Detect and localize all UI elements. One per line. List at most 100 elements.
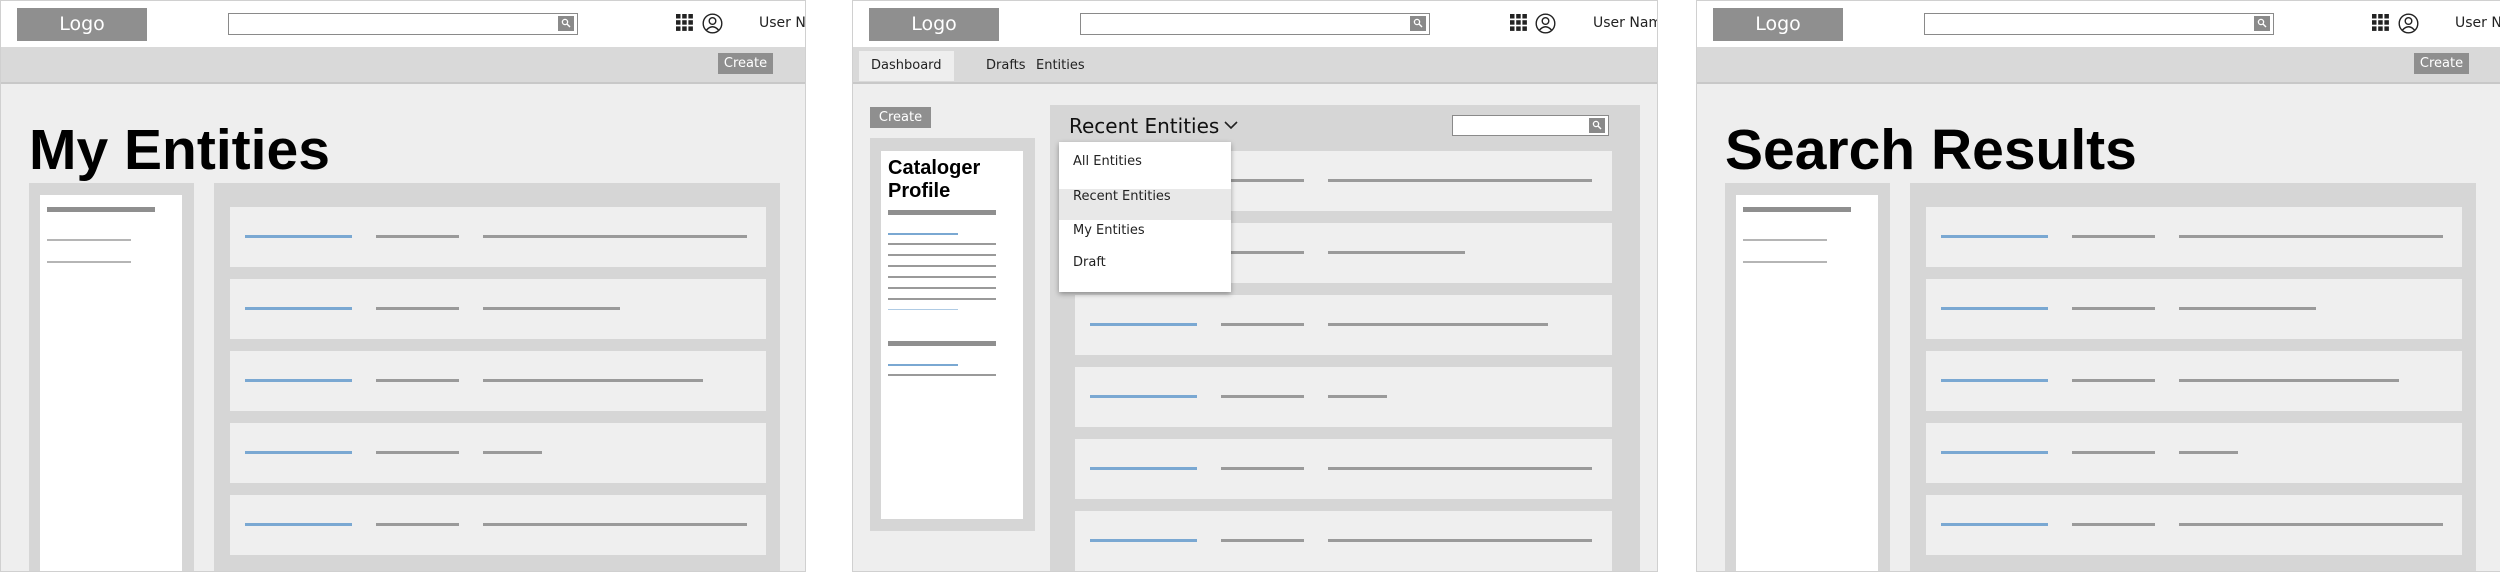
entity-title-placeholder[interactable]	[245, 451, 352, 454]
search-button[interactable]	[558, 16, 574, 31]
profile-title: Cataloger Profile	[888, 157, 1018, 203]
list-item[interactable]	[1075, 295, 1612, 355]
filter-sidebar	[29, 183, 194, 571]
entity-title-placeholder[interactable]	[1941, 451, 2048, 454]
entity-title-placeholder[interactable]	[245, 379, 352, 382]
filter-heading-placeholder	[1743, 207, 1851, 212]
entity-type-placeholder	[1221, 539, 1304, 542]
apps-grid-icon[interactable]	[2372, 14, 2389, 31]
entity-title-placeholder[interactable]	[245, 307, 352, 310]
dropdown-option-draft[interactable]: Draft	[1059, 255, 1231, 286]
search-results-screen: Logo User Nc Create Search Results	[1696, 0, 2500, 572]
profile-link-placeholder[interactable]	[888, 309, 958, 310]
chevron-down-icon[interactable]	[1224, 121, 1238, 130]
list-item[interactable]	[230, 279, 766, 339]
user-name[interactable]: User Nc	[759, 15, 805, 31]
entity-detail-placeholder	[483, 307, 620, 310]
filter-list	[1736, 195, 1878, 571]
entity-title-placeholder[interactable]	[1090, 539, 1197, 542]
list-item[interactable]	[230, 207, 766, 267]
filter-sidebar	[1725, 183, 1890, 571]
user-name[interactable]: User Name	[1593, 15, 1657, 31]
list-item[interactable]	[1926, 279, 2462, 339]
entity-detail-placeholder	[483, 235, 747, 238]
list-item[interactable]	[1075, 367, 1612, 427]
tab-dashboard[interactable]: Dashboard	[859, 51, 954, 81]
entity-title-placeholder[interactable]	[1941, 523, 2048, 526]
profile-heading-placeholder	[888, 210, 996, 215]
user-avatar-icon[interactable]	[702, 13, 723, 34]
entity-detail-placeholder	[2179, 379, 2399, 382]
search-input[interactable]	[1924, 13, 2274, 35]
entity-title-placeholder[interactable]	[1941, 379, 2048, 382]
user-avatar-icon[interactable]	[1535, 13, 1556, 34]
filter-option-placeholder[interactable]	[47, 239, 131, 241]
list-item[interactable]	[230, 351, 766, 411]
list-item[interactable]	[1926, 423, 2462, 483]
dropdown-option-recent-entities[interactable]: Recent Entities	[1059, 189, 1231, 220]
entity-title-placeholder[interactable]	[245, 523, 352, 526]
create-button[interactable]: Create	[718, 53, 773, 74]
filter-option-placeholder[interactable]	[1743, 261, 1827, 263]
profile-line-placeholder	[888, 374, 996, 376]
profile-line-placeholder	[888, 276, 996, 278]
logo[interactable]: Logo	[869, 8, 999, 41]
list-item[interactable]	[1926, 351, 2462, 411]
search-input[interactable]	[228, 13, 578, 35]
entity-filter-dropdown: All Entities Recent Entities My Entities…	[1059, 142, 1231, 292]
tab-entities[interactable]: Entities	[1036, 51, 1085, 81]
apps-grid-icon[interactable]	[1510, 14, 1527, 31]
search-button[interactable]	[2254, 16, 2270, 31]
search-input[interactable]	[1080, 13, 1430, 35]
entity-type-placeholder	[1221, 323, 1304, 326]
filter-list	[40, 195, 182, 571]
entity-detail-placeholder	[483, 523, 747, 526]
profile-line-placeholder	[888, 243, 996, 245]
create-button[interactable]: Create	[870, 107, 931, 128]
list-item[interactable]	[1075, 511, 1612, 571]
logo[interactable]: Logo	[17, 8, 147, 41]
entity-detail-placeholder	[2179, 523, 2443, 526]
search-icon	[561, 18, 571, 28]
entity-detail-placeholder	[1328, 467, 1592, 470]
entity-detail-placeholder	[1328, 539, 1592, 542]
recent-entities-select[interactable]: Recent Entities	[1069, 114, 1219, 138]
entity-detail-placeholder	[2179, 235, 2443, 238]
tab-drafts[interactable]: Drafts	[986, 51, 1026, 81]
filter-option-placeholder[interactable]	[47, 261, 131, 263]
page-title: Search Results	[1725, 118, 2137, 182]
entity-detail-placeholder	[1328, 323, 1548, 326]
profile-link-placeholder[interactable]	[888, 364, 958, 366]
list-item[interactable]	[1926, 207, 2462, 267]
entity-type-placeholder	[2072, 379, 2155, 382]
entity-type-placeholder	[2072, 307, 2155, 310]
entity-title-placeholder[interactable]	[1090, 323, 1197, 326]
apps-grid-icon[interactable]	[676, 14, 693, 31]
list-item[interactable]	[1926, 495, 2462, 555]
search-button[interactable]	[1589, 118, 1605, 133]
tab-bar	[853, 47, 1657, 84]
entity-title-placeholder[interactable]	[1941, 307, 2048, 310]
dropdown-option-my-entities[interactable]: My Entities	[1059, 223, 1231, 254]
logo[interactable]: Logo	[1713, 8, 1843, 41]
user-avatar-icon[interactable]	[2398, 13, 2419, 34]
entity-title-placeholder[interactable]	[1941, 235, 2048, 238]
list-item[interactable]	[230, 495, 766, 555]
list-item[interactable]	[230, 423, 766, 483]
entity-title-placeholder[interactable]	[1090, 395, 1197, 398]
entity-title-placeholder[interactable]	[245, 235, 352, 238]
user-name[interactable]: User Nc	[2455, 15, 2500, 31]
list-item[interactable]	[1075, 439, 1612, 499]
entity-type-placeholder	[1221, 395, 1304, 398]
panel-search-input[interactable]	[1452, 115, 1609, 136]
top-bar: Logo User Nc	[1, 1, 805, 47]
entity-type-placeholder	[376, 451, 459, 454]
entity-type-placeholder	[1221, 179, 1304, 182]
page-title: My Entities	[29, 118, 330, 182]
create-button[interactable]: Create	[2414, 53, 2469, 74]
filter-option-placeholder[interactable]	[1743, 239, 1827, 241]
profile-link-placeholder[interactable]	[888, 233, 958, 235]
search-button[interactable]	[1410, 16, 1426, 31]
dropdown-option-all-entities[interactable]: All Entities	[1059, 154, 1231, 185]
entity-title-placeholder[interactable]	[1090, 467, 1197, 470]
